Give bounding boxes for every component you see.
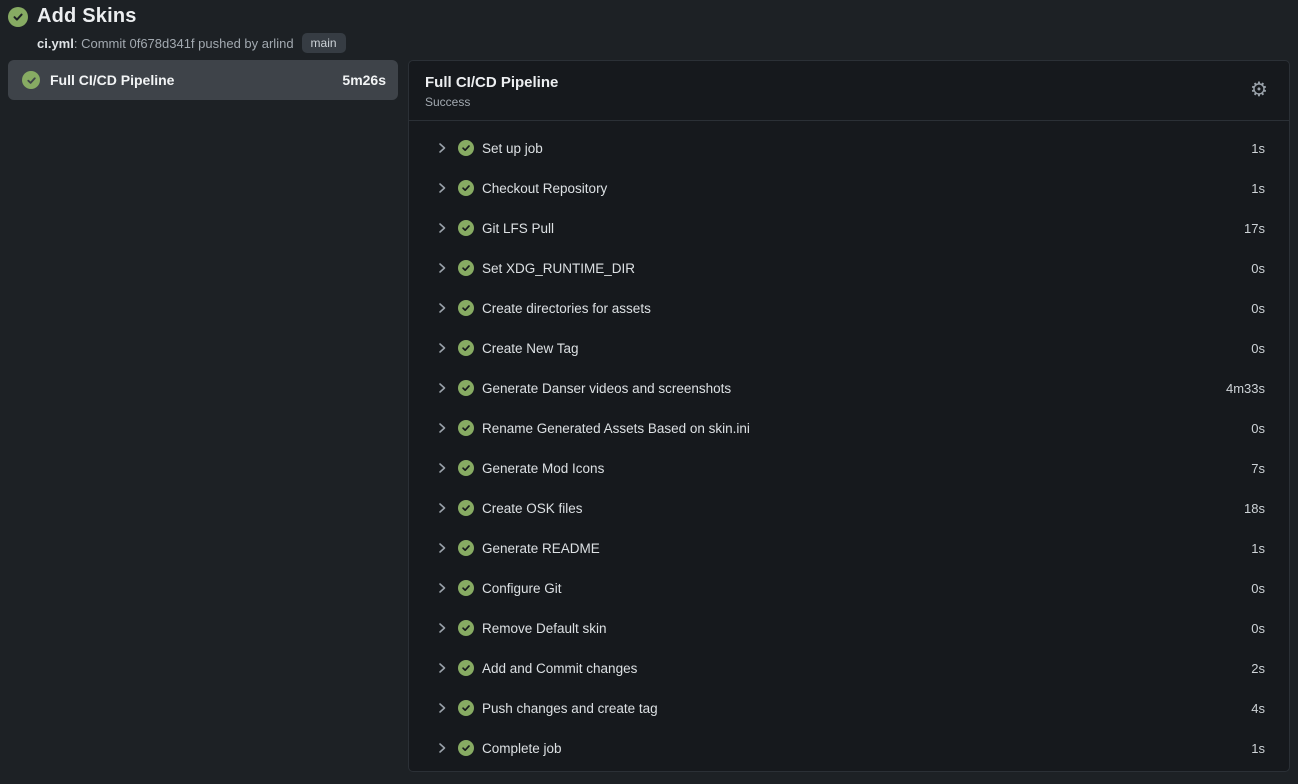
success-check-icon	[458, 500, 474, 516]
step-name: Create New Tag	[482, 341, 1251, 356]
chevron-right-icon[interactable]	[435, 621, 449, 635]
job-name: Full CI/CD Pipeline	[50, 72, 332, 88]
chevron-right-icon[interactable]	[435, 261, 449, 275]
job-item-full-pipeline[interactable]: Full CI/CD Pipeline 5m26s	[8, 60, 398, 100]
chevron-right-icon[interactable]	[435, 461, 449, 475]
gear-icon[interactable]: ⚙	[1247, 78, 1271, 102]
step-duration: 0s	[1251, 301, 1265, 316]
success-check-icon	[8, 7, 28, 27]
success-check-icon	[458, 580, 474, 596]
step-name: Rename Generated Assets Based on skin.in…	[482, 421, 1251, 436]
job-list: Full CI/CD Pipeline 5m26s	[8, 60, 398, 100]
step-name: Create directories for assets	[482, 301, 1251, 316]
step-duration: 18s	[1244, 501, 1265, 516]
step-row[interactable]: Set up job 1s	[409, 128, 1289, 168]
step-row[interactable]: Generate Danser videos and screenshots 4…	[409, 368, 1289, 408]
success-check-icon	[458, 460, 474, 476]
success-check-icon	[458, 540, 474, 556]
chevron-right-icon[interactable]	[435, 581, 449, 595]
step-row[interactable]: Checkout Repository 1s	[409, 168, 1289, 208]
chevron-right-icon[interactable]	[435, 221, 449, 235]
step-row[interactable]: Create directories for assets 0s	[409, 288, 1289, 328]
step-name: Set up job	[482, 141, 1251, 156]
step-name: Remove Default skin	[482, 621, 1251, 636]
success-check-icon	[458, 740, 474, 756]
step-row[interactable]: Complete job 1s	[409, 728, 1289, 768]
success-check-icon	[458, 700, 474, 716]
step-name: Git LFS Pull	[482, 221, 1244, 236]
step-name: Generate Danser videos and screenshots	[482, 381, 1226, 396]
step-row[interactable]: Generate README 1s	[409, 528, 1289, 568]
step-duration: 0s	[1251, 621, 1265, 636]
step-row[interactable]: Git LFS Pull 17s	[409, 208, 1289, 248]
step-name: Configure Git	[482, 581, 1251, 596]
run-title: Add Skins	[37, 5, 137, 28]
step-name: Add and Commit changes	[482, 661, 1251, 676]
success-check-icon	[458, 260, 474, 276]
step-list: Set up job 1s Checkout Repository 1s G	[409, 121, 1289, 768]
chevron-right-icon[interactable]	[435, 501, 449, 515]
step-duration: 17s	[1244, 221, 1265, 236]
step-name: Checkout Repository	[482, 181, 1251, 196]
step-row[interactable]: Generate Mod Icons 7s	[409, 448, 1289, 488]
chevron-right-icon[interactable]	[435, 421, 449, 435]
workflow-file-name: ci.yml	[37, 36, 74, 51]
success-check-icon	[458, 180, 474, 196]
success-check-icon	[458, 140, 474, 156]
step-duration: 1s	[1251, 541, 1265, 556]
chevron-right-icon[interactable]	[435, 301, 449, 315]
chevron-right-icon[interactable]	[435, 381, 449, 395]
step-row[interactable]: Set XDG_RUNTIME_DIR 0s	[409, 248, 1289, 288]
step-duration: 1s	[1251, 741, 1265, 756]
job-duration: 5m26s	[342, 72, 386, 88]
run-header: Add Skins ci.yml: Commit 0f678d341f push…	[8, 5, 346, 53]
step-name: Set XDG_RUNTIME_DIR	[482, 261, 1251, 276]
chevron-right-icon[interactable]	[435, 701, 449, 715]
step-row[interactable]: Create OSK files 18s	[409, 488, 1289, 528]
step-duration: 0s	[1251, 581, 1265, 596]
step-row[interactable]: Push changes and create tag 4s	[409, 688, 1289, 728]
step-duration: 0s	[1251, 421, 1265, 436]
step-row[interactable]: Rename Generated Assets Based on skin.in…	[409, 408, 1289, 448]
success-check-icon	[22, 71, 40, 89]
step-duration: 1s	[1251, 141, 1265, 156]
panel-title: Full CI/CD Pipeline	[425, 74, 1273, 91]
chevron-right-icon[interactable]	[435, 741, 449, 755]
success-check-icon	[458, 620, 474, 636]
success-check-icon	[458, 300, 474, 316]
step-name: Generate Mod Icons	[482, 461, 1251, 476]
chevron-right-icon[interactable]	[435, 661, 449, 675]
step-name: Complete job	[482, 741, 1251, 756]
step-duration: 2s	[1251, 661, 1265, 676]
step-row[interactable]: Configure Git 0s	[409, 568, 1289, 608]
chevron-right-icon[interactable]	[435, 541, 449, 555]
step-name: Push changes and create tag	[482, 701, 1251, 716]
step-duration: 0s	[1251, 261, 1265, 276]
step-duration: 4m33s	[1226, 381, 1265, 396]
chevron-right-icon[interactable]	[435, 141, 449, 155]
run-panel: Full CI/CD Pipeline Success ⚙ Set up job…	[408, 60, 1290, 772]
step-row[interactable]: Add and Commit changes 2s	[409, 648, 1289, 688]
panel-status: Success	[425, 95, 1273, 109]
success-check-icon	[458, 660, 474, 676]
step-row[interactable]: Create New Tag 0s	[409, 328, 1289, 368]
step-duration: 0s	[1251, 341, 1265, 356]
step-name: Create OSK files	[482, 501, 1244, 516]
commit-info: ci.yml: Commit 0f678d341f pushed by arli…	[37, 36, 294, 51]
success-check-icon	[458, 420, 474, 436]
chevron-right-icon[interactable]	[435, 341, 449, 355]
step-duration: 1s	[1251, 181, 1265, 196]
panel-header: Full CI/CD Pipeline Success ⚙	[409, 61, 1289, 121]
step-row[interactable]: Remove Default skin 0s	[409, 608, 1289, 648]
step-duration: 4s	[1251, 701, 1265, 716]
success-check-icon	[458, 340, 474, 356]
chevron-right-icon[interactable]	[435, 181, 449, 195]
success-check-icon	[458, 380, 474, 396]
step-duration: 7s	[1251, 461, 1265, 476]
run-subtitle: ci.yml: Commit 0f678d341f pushed by arli…	[37, 33, 346, 53]
success-check-icon	[458, 220, 474, 236]
branch-badge[interactable]: main	[302, 33, 346, 53]
step-name: Generate README	[482, 541, 1251, 556]
commit-text: : Commit 0f678d341f pushed by arlind	[74, 36, 294, 51]
